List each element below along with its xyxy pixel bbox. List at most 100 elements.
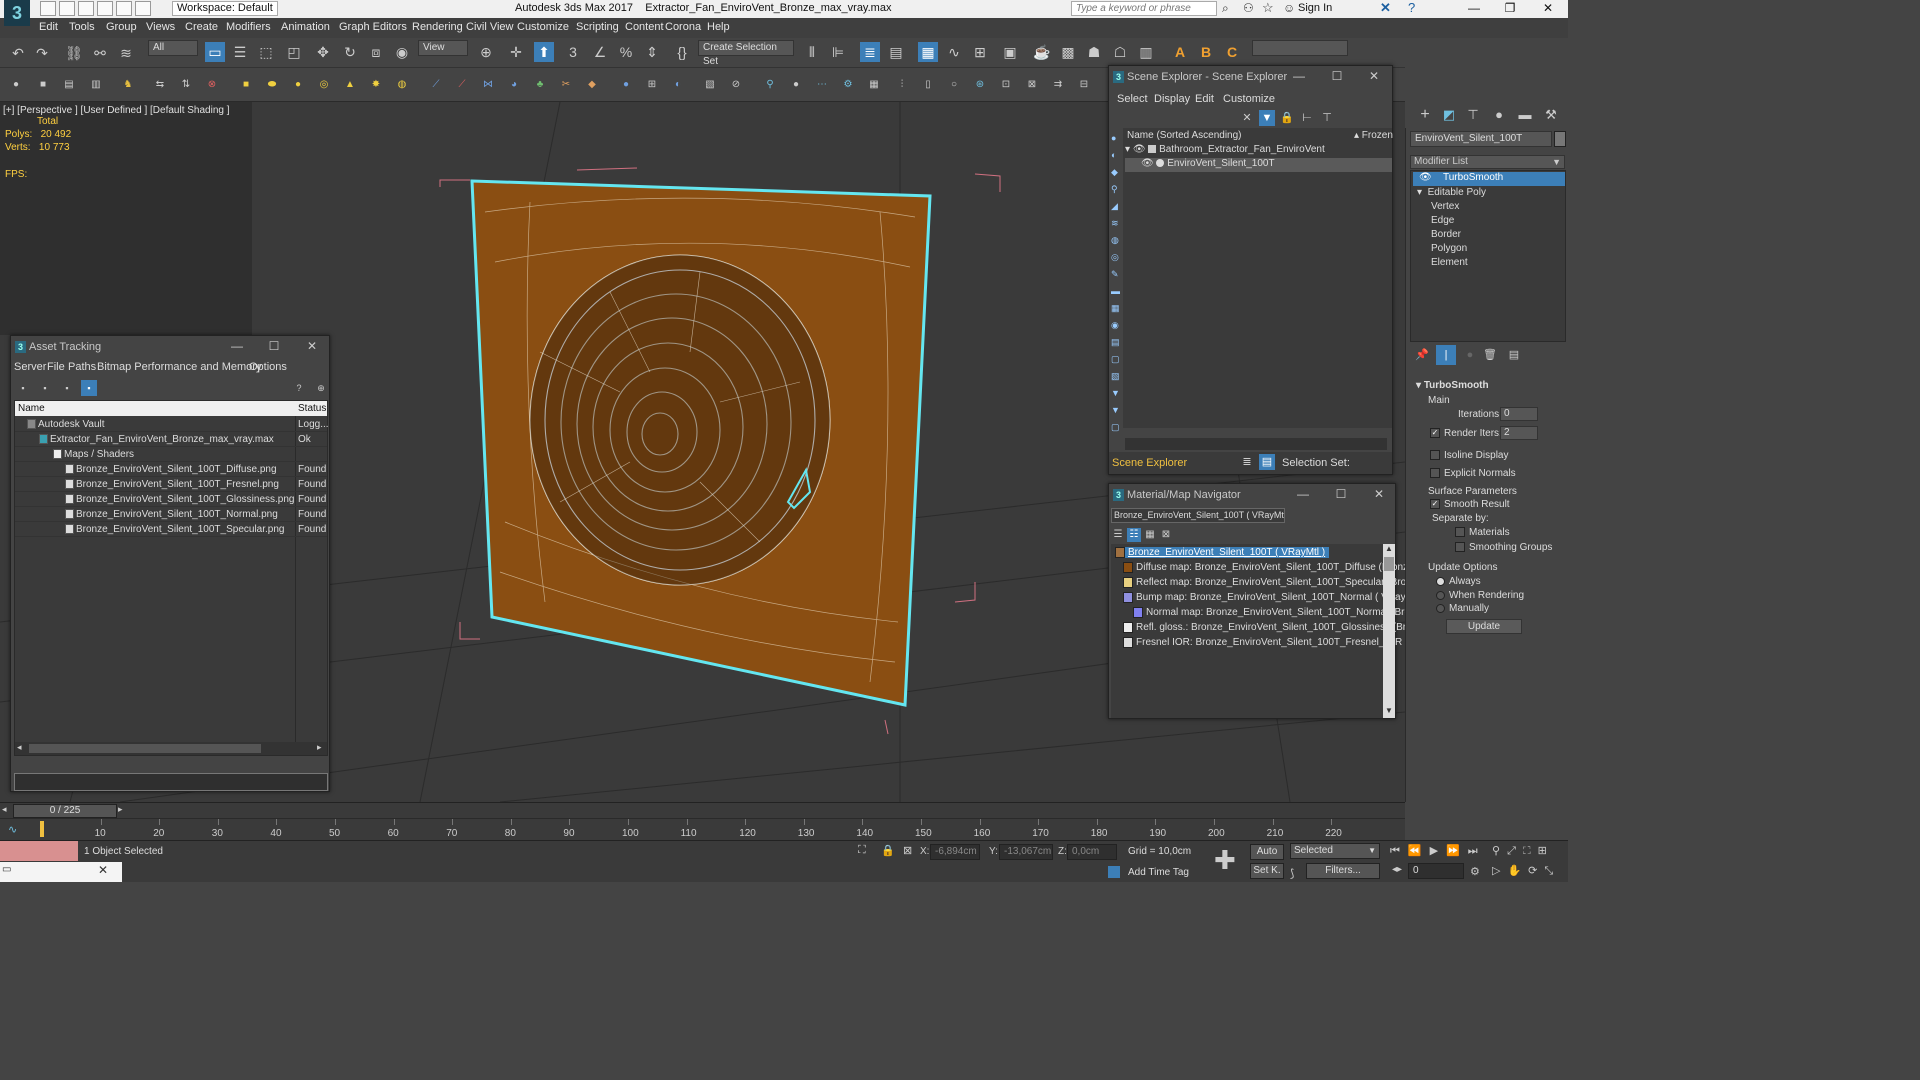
select-object-icon[interactable]: ▭ xyxy=(205,42,225,62)
layer-explorer-icon[interactable]: ≣ xyxy=(860,42,880,62)
box-primitive-icon[interactable]: ■ xyxy=(236,75,256,95)
isoline-display-checkbox[interactable]: Isoline Display xyxy=(1430,450,1508,461)
selection-filter-dropdown[interactable]: All xyxy=(148,40,198,56)
project-icon[interactable] xyxy=(135,1,151,16)
toolbar2-icon-32[interactable]: ▦ xyxy=(864,75,884,95)
menu-paths[interactable]: Paths xyxy=(68,361,96,373)
close-icon[interactable]: ✕ xyxy=(302,339,322,353)
update-button[interactable]: Update xyxy=(1446,619,1522,634)
camera-icon[interactable]: ◍ xyxy=(392,75,412,95)
close-icon[interactable]: ✕ xyxy=(1536,1,1560,15)
sphere-primitive-icon[interactable]: ● xyxy=(288,75,308,95)
vray-c-icon[interactable]: C xyxy=(1222,42,1242,62)
table-row[interactable]: Bronze_EnviroVent_Silent_100T_Fresnel.pn… xyxy=(15,477,327,492)
toolbar2-icon-33[interactable]: ⫶ xyxy=(892,75,912,95)
toolbar2-icon-27[interactable]: ⊘ xyxy=(726,75,746,95)
render-setup-icon[interactable]: ☕ xyxy=(1032,42,1052,62)
mirror-icon[interactable]: ⫴ xyxy=(802,42,822,62)
toolbar2-icon-40[interactable]: ⊟ xyxy=(1074,75,1094,95)
smoothing-groups-checkbox[interactable]: Smoothing Groups xyxy=(1455,542,1552,553)
always-radio[interactable]: Always xyxy=(1436,576,1481,587)
view-icon-3[interactable]: ▪ xyxy=(59,380,75,396)
list-icons-view-icon[interactable]: ☷ xyxy=(1127,528,1141,542)
menu-modifiers[interactable]: Modifiers xyxy=(226,21,271,33)
isolate-icon[interactable]: ⛶ xyxy=(858,844,866,857)
scroll-up-icon[interactable]: ▲ xyxy=(1383,544,1395,556)
track-bar[interactable]: ∿ 10 20 30 40 50 60 70 80 90 100 110 120 130 140 150 16… xyxy=(0,818,1405,840)
display-tab-icon[interactable]: ▬ xyxy=(1515,105,1535,125)
stack-item-editable-poly[interactable]: ▾ Editable Poly xyxy=(1417,187,1486,198)
rect-selection-icon[interactable]: ⬚ xyxy=(256,42,276,62)
menu-content[interactable]: Content xyxy=(625,21,664,33)
render-iterative-icon[interactable]: ☖ xyxy=(1110,42,1130,62)
menu-server[interactable]: Server xyxy=(14,361,46,373)
table-row[interactable]: Extractor_Fan_EnviroVent_Bronze_max_vray… xyxy=(15,432,327,447)
minimize-icon[interactable]: — xyxy=(1293,487,1313,501)
spinner-snap-icon[interactable]: ⇕ xyxy=(642,42,662,62)
view-icon-4[interactable]: ▪ xyxy=(81,380,97,396)
table-row[interactable]: Autodesk Vault Logg... xyxy=(15,417,329,432)
menu-views[interactable]: Views xyxy=(146,21,175,33)
redo-icon[interactable] xyxy=(116,1,132,16)
y-coordinate-field[interactable]: -13,067cm xyxy=(999,844,1053,860)
menu-file[interactable]: File xyxy=(47,361,65,373)
col-name[interactable]: Name xyxy=(18,403,45,414)
stack-item-vertex[interactable]: Vertex xyxy=(1431,201,1459,212)
stack-item-turbosmooth[interactable]: 👁 TurboSmooth xyxy=(1413,172,1565,186)
menu-edit[interactable]: Edit xyxy=(1195,93,1214,105)
go-to-end-icon[interactable]: ⏭ xyxy=(1468,845,1486,857)
minimize-icon[interactable]: — xyxy=(1462,1,1486,15)
rendered-frame-icon[interactable]: ▩ xyxy=(1058,42,1078,62)
key-filters-button[interactable]: Filters... xyxy=(1306,863,1380,879)
menu-display[interactable]: Display xyxy=(1154,93,1190,105)
layers-icon[interactable]: ≣ xyxy=(1239,454,1255,470)
named-selection-dropdown[interactable]: Create Selection Set xyxy=(698,40,794,67)
link-icon[interactable]: ⛓ xyxy=(64,43,84,63)
render-iters-spinner[interactable]: 2 xyxy=(1500,426,1538,440)
menu-scripting[interactable]: Scripting xyxy=(576,21,619,33)
current-frame-field[interactable]: 0 xyxy=(1408,863,1464,879)
set-key-icon[interactable]: ✚ xyxy=(1214,847,1236,873)
scene-item-group[interactable]: ▾ 👁 Bathroom_Extractor_Fan_EnviroVent xyxy=(1125,144,1325,155)
asset-tracking-titlebar[interactable]: 3 Asset Tracking — ☐ ✕ xyxy=(11,336,329,358)
explicit-normals-checkbox[interactable]: Explicit Normals xyxy=(1430,468,1516,479)
scroll-left-icon[interactable]: ◂ xyxy=(17,742,22,753)
menu-corona[interactable]: Corona xyxy=(665,21,701,33)
auto-key-button[interactable]: Auto xyxy=(1250,844,1284,860)
clear-icon[interactable]: ✕ xyxy=(1239,110,1255,126)
object-name-field[interactable]: EnviroVent_Silent_100T xyxy=(1410,131,1552,147)
time-config-icon[interactable]: ⚙ xyxy=(1470,865,1480,878)
toolbar2-icon-23[interactable]: ● xyxy=(616,75,636,95)
menu-select[interactable]: Select xyxy=(1117,93,1148,105)
toolbar2-icon-16[interactable]: ⟋ xyxy=(426,75,446,95)
view-icon-2[interactable]: ▪ xyxy=(37,380,53,396)
orbit-icon[interactable]: ⟳ xyxy=(1528,865,1544,877)
schematic-view-icon[interactable]: ⊞ xyxy=(970,42,990,62)
percent-snap-icon[interactable]: % xyxy=(616,42,636,62)
motion-tab-icon[interactable]: ● xyxy=(1489,105,1509,125)
object-color-swatch[interactable] xyxy=(1554,131,1566,147)
table-row[interactable]: Bronze_EnviroVent_Silent_100T_Normal.png… xyxy=(15,507,327,522)
pivot-center-icon[interactable]: ⊕ xyxy=(476,42,496,62)
material-root[interactable]: Bronze_EnviroVent_Silent_100T ( VRayMtl … xyxy=(1115,547,1330,559)
hierarchy-icon[interactable]: ⊢ xyxy=(1299,110,1315,126)
horizontal-scrollbar[interactable] xyxy=(1125,438,1387,450)
toolbar2-icon-28[interactable]: ⚲ xyxy=(760,75,780,95)
select-by-name-icon[interactable]: ☰ xyxy=(230,42,250,62)
horizontal-scrollbar[interactable]: ◂ ▸ xyxy=(15,742,327,755)
menu-animation[interactable]: Animation xyxy=(281,21,330,33)
snap-toggle-icon[interactable]: 3 xyxy=(563,42,583,62)
unlink-icon[interactable]: ⚯ xyxy=(90,43,110,63)
placement-icon[interactable]: ◉ xyxy=(392,42,412,62)
toolbar2-icon-19[interactable]: ◕ xyxy=(504,75,524,95)
render-preset-dropdown[interactable] xyxy=(1252,40,1348,56)
menu-civil-view[interactable]: Civil View xyxy=(466,21,513,33)
bind-spacewarp-icon[interactable]: ≋ xyxy=(116,43,136,63)
toolbar2-icon-7[interactable]: ⇅ xyxy=(176,75,196,95)
next-key-icon[interactable]: ⏩ xyxy=(1446,845,1468,857)
utilities-tab-icon[interactable]: ⚒ xyxy=(1541,105,1561,125)
move-icon[interactable]: ✥ xyxy=(313,42,333,62)
toolbar2-icon-6[interactable]: ⇆ xyxy=(150,75,170,95)
toolbar2-icon-30[interactable]: ⋯ xyxy=(812,75,832,95)
window-crossing-icon[interactable]: ◰ xyxy=(284,42,304,62)
